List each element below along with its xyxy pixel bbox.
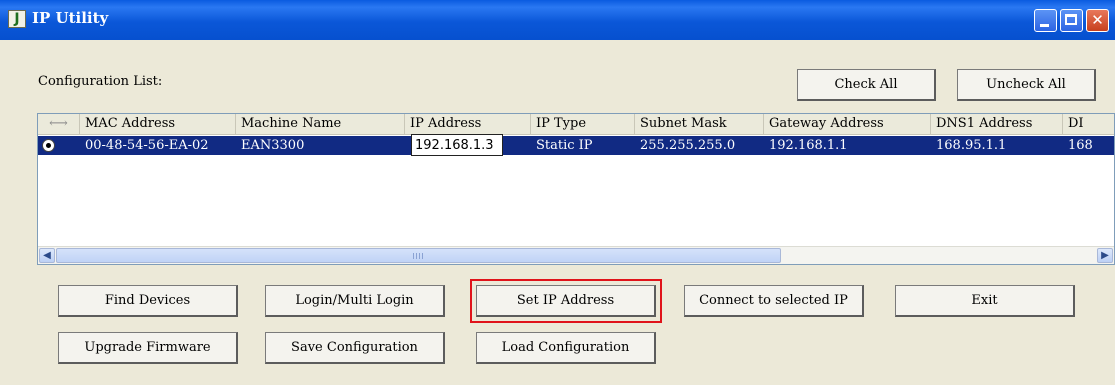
set-ip-address-button[interactable]: Set IP Address [470, 279, 662, 323]
cell-subnet-mask: 255.255.255.0 [640, 138, 736, 153]
column-ip-address[interactable]: IP Address [405, 114, 531, 134]
upgrade-firmware-button[interactable]: Upgrade Firmware [58, 332, 238, 364]
column-machine-name[interactable]: Machine Name [236, 114, 405, 134]
ip-utility-window: J IP Utility ✕ Configuration List: Check… [0, 0, 1115, 385]
window-title: IP Utility [32, 9, 109, 27]
column-dns2-address[interactable]: DI [1063, 114, 1114, 134]
cell-machine-name: EAN3300 [241, 138, 305, 153]
load-configuration-button[interactable]: Load Configuration [476, 332, 656, 364]
scroll-thumb[interactable] [56, 248, 781, 263]
cell-dns2-address: 168 [1068, 138, 1093, 153]
cell-ip-type: Static IP [536, 138, 593, 153]
column-gateway-address[interactable]: Gateway Address [764, 114, 931, 134]
login-multi-login-button[interactable]: Login/Multi Login [265, 285, 445, 317]
save-configuration-button[interactable]: Save Configuration [265, 332, 445, 364]
column-ip-type[interactable]: IP Type [531, 114, 635, 134]
scroll-right-icon[interactable]: ▶ [1097, 248, 1113, 263]
exit-button[interactable]: Exit [895, 285, 1075, 317]
column-subnet-mask[interactable]: Subnet Mask [635, 114, 764, 134]
minimize-button[interactable] [1034, 9, 1057, 32]
table-header: ⟷ MAC Address Machine Name IP Address IP… [38, 114, 1114, 135]
table-row[interactable]: 00-48-54-56-EA-02 EAN3300 Static IP 255.… [38, 134, 1114, 156]
configuration-list-label: Configuration List: [38, 74, 163, 89]
cell-gateway-address: 192.168.1.1 [769, 138, 848, 153]
resize-arrows-icon[interactable]: ⟷ [38, 114, 80, 134]
column-dns1-address[interactable]: DNS1 Address [931, 114, 1063, 134]
cell-mac-address: 00-48-54-56-EA-02 [85, 138, 209, 153]
column-mac-address[interactable]: MAC Address [80, 114, 236, 134]
close-button[interactable]: ✕ [1086, 9, 1109, 32]
scroll-left-icon[interactable]: ◀ [39, 248, 55, 263]
close-icon: ✕ [1091, 11, 1104, 29]
scroll-grip-icon [413, 253, 425, 259]
cell-dns1-address: 168.95.1.1 [936, 138, 1007, 153]
configuration-list[interactable]: ⟷ MAC Address Machine Name IP Address IP… [37, 113, 1115, 265]
ip-address-edit-field[interactable] [411, 134, 503, 156]
horizontal-scrollbar[interactable]: ◀ ▶ [38, 246, 1114, 264]
find-devices-button[interactable]: Find Devices [58, 285, 238, 317]
uncheck-all-button[interactable]: Uncheck All [957, 69, 1096, 101]
app-logo-icon: J [8, 10, 26, 28]
row-select-radio[interactable] [42, 139, 55, 152]
title-bar[interactable]: J IP Utility ✕ [0, 0, 1115, 40]
maximize-button[interactable] [1060, 9, 1083, 32]
connect-to-selected-ip-button[interactable]: Connect to selected IP [684, 285, 864, 317]
check-all-button[interactable]: Check All [797, 69, 936, 101]
